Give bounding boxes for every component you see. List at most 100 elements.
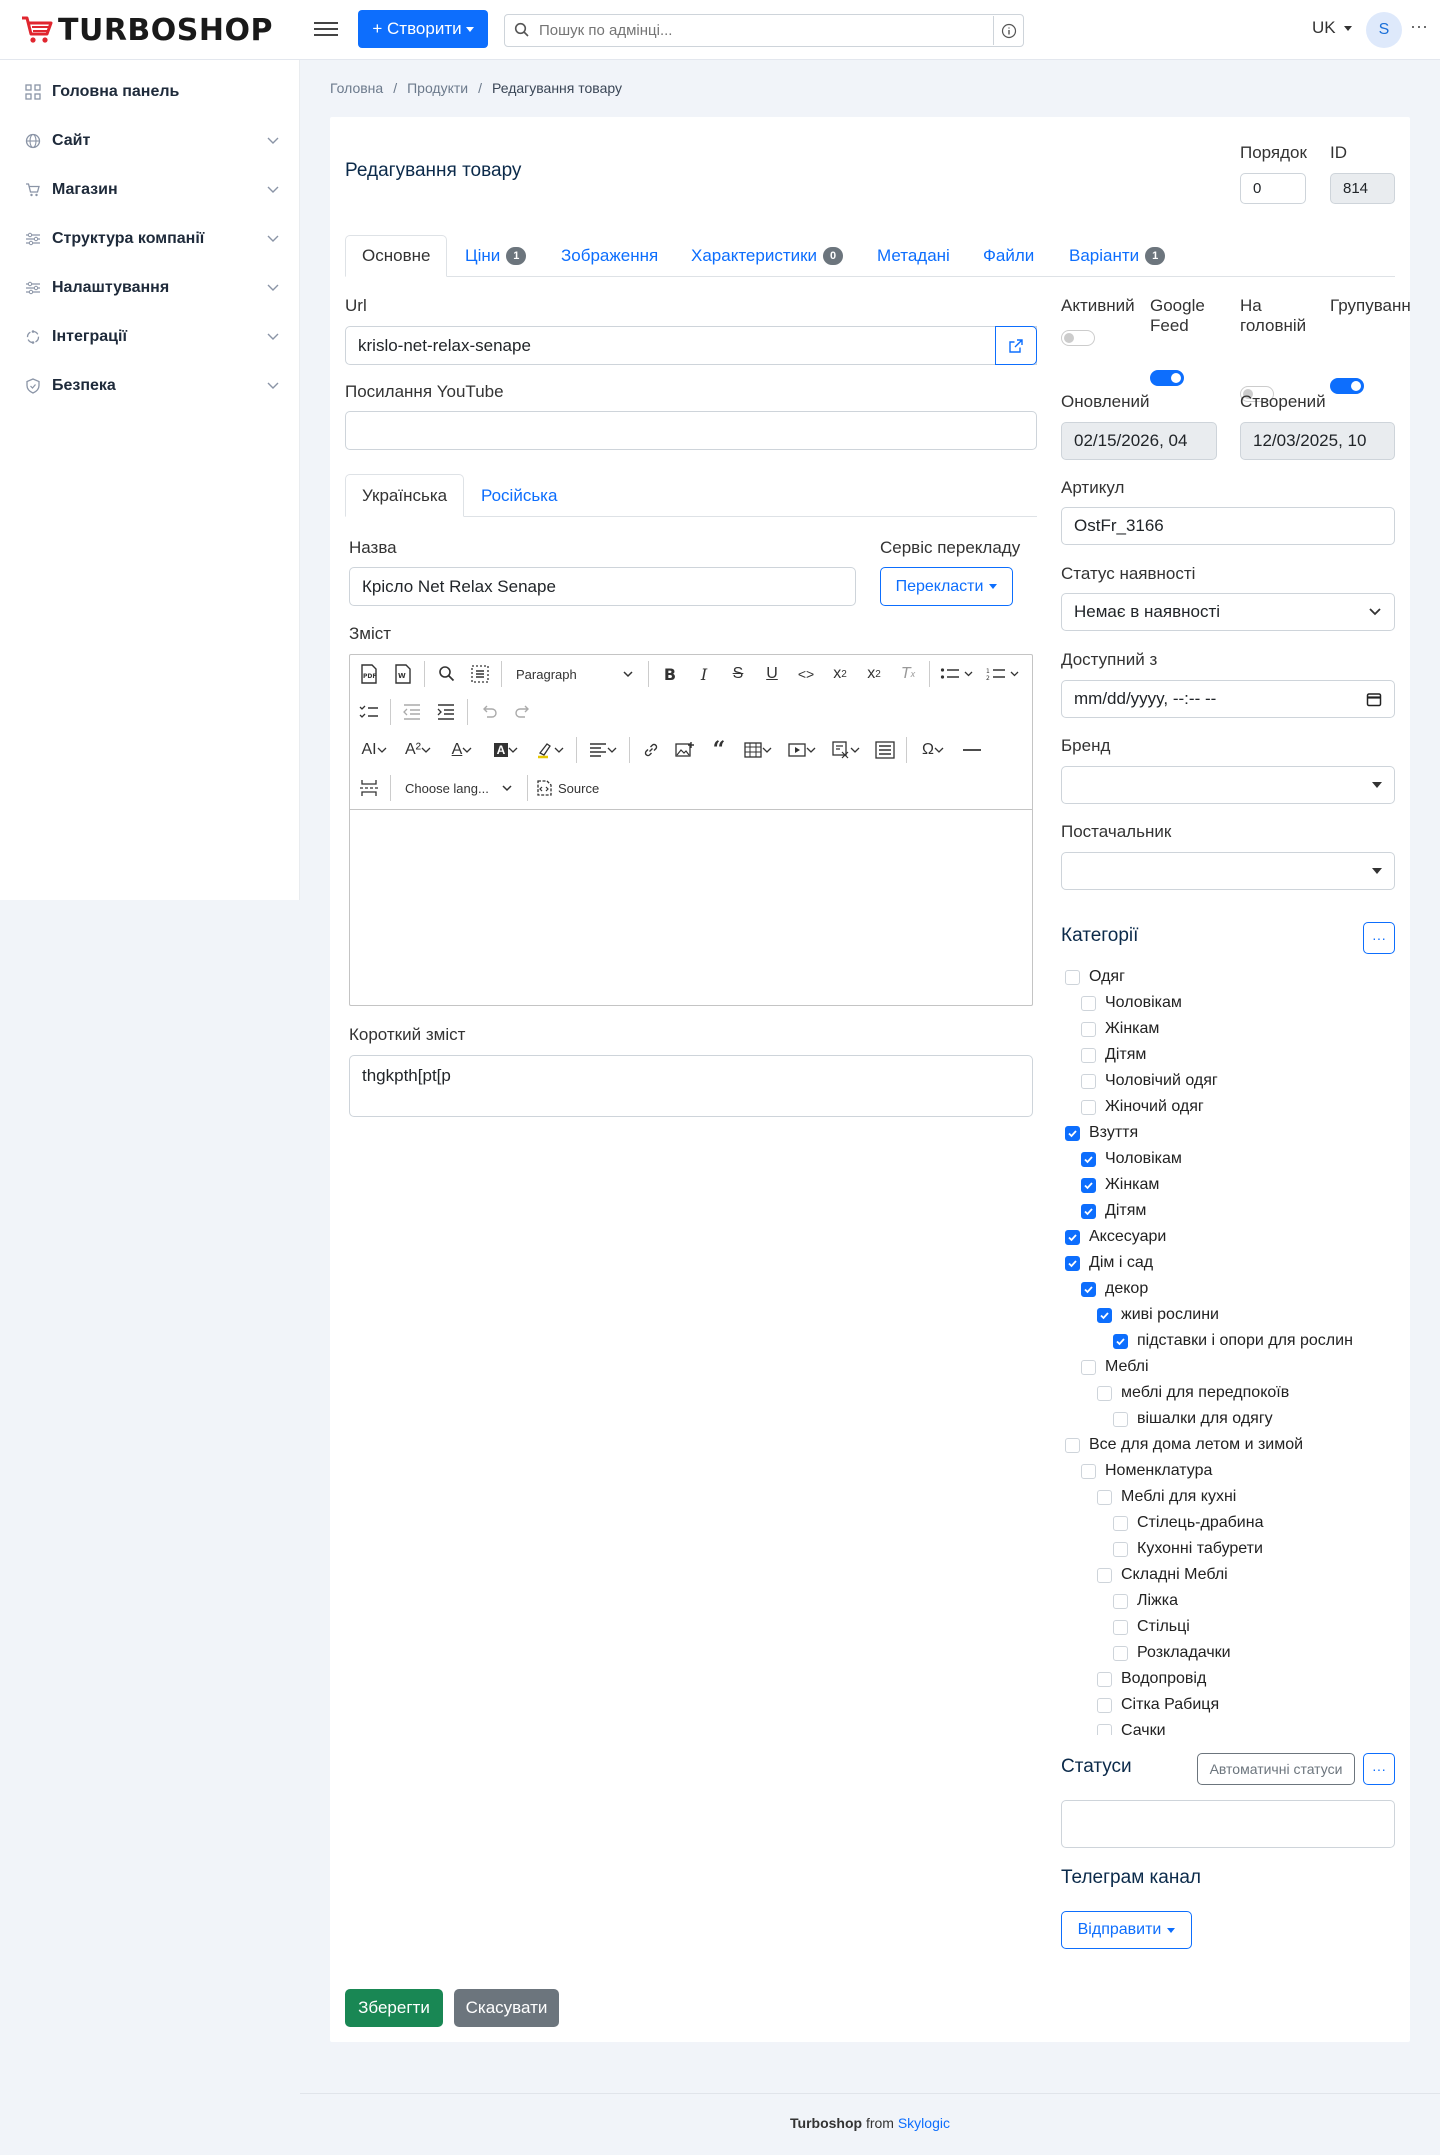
category-item[interactable]: Ліжка: [1113, 1592, 1178, 1610]
category-checkbox[interactable]: [1113, 1411, 1128, 1427]
todo-list-icon[interactable]: [356, 697, 382, 727]
category-checkbox[interactable]: [1081, 1359, 1096, 1375]
language-selector[interactable]: UK: [1312, 18, 1353, 38]
category-checkbox[interactable]: [1113, 1541, 1128, 1557]
sku-input[interactable]: OstFr_3166: [1061, 507, 1395, 545]
sidebar-item-site[interactable]: Сайт: [24, 126, 280, 156]
tab-images[interactable]: Зображення: [561, 235, 658, 277]
category-item[interactable]: Дім і сад: [1065, 1254, 1153, 1272]
brand-select[interactable]: [1061, 766, 1395, 804]
tab-russian[interactable]: Російська: [481, 474, 557, 517]
insert-table-icon[interactable]: [740, 735, 776, 765]
category-checkbox-checked[interactable]: [1081, 1151, 1096, 1167]
youtube-input[interactable]: [345, 411, 1037, 450]
order-input[interactable]: 0: [1240, 173, 1306, 204]
statuses-more-button[interactable]: ···: [1363, 1753, 1395, 1785]
active-toggle[interactable]: [1061, 330, 1095, 346]
category-checkbox[interactable]: [1097, 1385, 1112, 1401]
sidebar-item-shop[interactable]: Магазин: [24, 175, 280, 205]
category-item[interactable]: декор: [1081, 1280, 1148, 1298]
category-checkbox-checked[interactable]: [1097, 1307, 1112, 1323]
category-checkbox[interactable]: [1097, 1489, 1112, 1505]
availability-select[interactable]: Немає в наявності: [1061, 593, 1395, 631]
tab-characteristics[interactable]: Характеристики 0: [691, 235, 844, 277]
category-item[interactable]: Кухонні табурети: [1113, 1540, 1263, 1558]
category-checkbox[interactable]: [1081, 1021, 1096, 1037]
category-checkbox-checked[interactable]: [1081, 1281, 1096, 1297]
source-editing-icon[interactable]: [872, 735, 898, 765]
translate-button[interactable]: Перекласти: [880, 567, 1013, 606]
cancel-button[interactable]: Скасувати: [454, 1989, 559, 2027]
breadcrumb-products[interactable]: Продукти: [407, 80, 468, 96]
numbered-list-icon[interactable]: 12: [984, 659, 1022, 689]
insert-image-icon[interactable]: [672, 735, 698, 765]
strikethrough-icon[interactable]: S: [725, 659, 751, 689]
export-pdf-icon[interactable]: PDF: [356, 659, 382, 689]
category-item[interactable]: підставки і опори для рослин: [1113, 1332, 1353, 1350]
category-item[interactable]: Меблі для кухні: [1097, 1488, 1236, 1506]
url-input[interactable]: krislo-net-relax-senape: [345, 326, 1037, 365]
category-item[interactable]: Складні Меблі: [1097, 1566, 1228, 1584]
google-feed-toggle[interactable]: [1150, 370, 1184, 386]
category-item[interactable]: Взуття: [1065, 1124, 1138, 1142]
category-checkbox[interactable]: [1081, 1073, 1096, 1089]
category-checkbox[interactable]: [1113, 1619, 1128, 1635]
send-telegram-button[interactable]: Відправити: [1061, 1911, 1192, 1949]
sidebar-item-settings[interactable]: Налаштування: [24, 273, 280, 303]
categories-more-button[interactable]: ···: [1363, 922, 1395, 954]
name-input[interactable]: Крісло Net Relax Senape: [349, 567, 856, 606]
grouping-toggle[interactable]: [1330, 378, 1364, 394]
category-item[interactable]: Жінкам: [1081, 1176, 1159, 1194]
font-color-icon[interactable]: A: [444, 735, 480, 765]
category-checkbox[interactable]: [1081, 1099, 1096, 1115]
category-item[interactable]: Розкладачки: [1113, 1644, 1231, 1662]
font-size-icon[interactable]: AI: [356, 735, 392, 765]
page-break-icon[interactable]: [356, 773, 382, 803]
more-options-icon[interactable]: ···: [1410, 16, 1428, 37]
sidebar-item-integrations[interactable]: Інтеграції: [24, 322, 280, 352]
html-embed-icon[interactable]: [828, 735, 864, 765]
create-button[interactable]: + Створити: [358, 10, 488, 48]
category-item[interactable]: Стільці: [1113, 1618, 1190, 1636]
tab-files[interactable]: Файли: [983, 235, 1034, 277]
category-item[interactable]: вішалки для одягу: [1113, 1410, 1273, 1428]
category-checkbox[interactable]: [1113, 1645, 1128, 1661]
open-url-button[interactable]: [995, 326, 1037, 365]
category-item[interactable]: Дітям: [1081, 1202, 1146, 1220]
undo-icon[interactable]: [476, 697, 502, 727]
export-word-icon[interactable]: W: [390, 659, 416, 689]
align-icon[interactable]: [585, 735, 621, 765]
indent-icon[interactable]: [433, 697, 459, 727]
media-embed-icon[interactable]: [784, 735, 820, 765]
category-item[interactable]: Аксесуари: [1065, 1228, 1166, 1246]
bold-icon[interactable]: B: [657, 659, 683, 689]
category-item[interactable]: Сітка Рабиця: [1097, 1696, 1219, 1714]
available-from-input[interactable]: mm/dd/yyyy, --:-- --: [1061, 680, 1395, 718]
category-item[interactable]: Чоловікам: [1081, 994, 1182, 1012]
heading-dropdown[interactable]: Paragraph: [510, 659, 640, 689]
redo-icon[interactable]: [510, 697, 536, 727]
category-item[interactable]: Водопровід: [1097, 1670, 1206, 1688]
tab-metadata[interactable]: Метадані: [877, 235, 950, 277]
sidebar-item-security[interactable]: Безпека: [24, 371, 280, 401]
category-checkbox[interactable]: [1097, 1697, 1112, 1713]
font-family-icon[interactable]: A²: [400, 735, 436, 765]
statuses-select[interactable]: [1061, 1800, 1395, 1848]
category-checkbox-checked[interactable]: [1065, 1125, 1080, 1141]
tab-main[interactable]: Основне: [345, 235, 448, 277]
superscript-icon[interactable]: x2: [861, 659, 887, 689]
link-icon[interactable]: [638, 735, 664, 765]
special-characters-icon[interactable]: Ω: [915, 735, 951, 765]
source-button[interactable]: Source: [536, 773, 599, 803]
supplier-select[interactable]: [1061, 852, 1395, 890]
search-info-button[interactable]: [993, 16, 1023, 45]
category-checkbox[interactable]: [1097, 1567, 1112, 1583]
bulleted-list-icon[interactable]: [938, 659, 976, 689]
horizontal-line-icon[interactable]: [959, 735, 985, 765]
tab-variants[interactable]: Варіанти 1: [1069, 235, 1166, 277]
category-checkbox[interactable]: [1113, 1593, 1128, 1609]
tab-ukrainian[interactable]: Українська: [345, 474, 465, 517]
category-checkbox[interactable]: [1097, 1723, 1112, 1735]
category-item[interactable]: Одяг: [1065, 968, 1125, 986]
breadcrumb-home[interactable]: Головна: [330, 80, 383, 96]
